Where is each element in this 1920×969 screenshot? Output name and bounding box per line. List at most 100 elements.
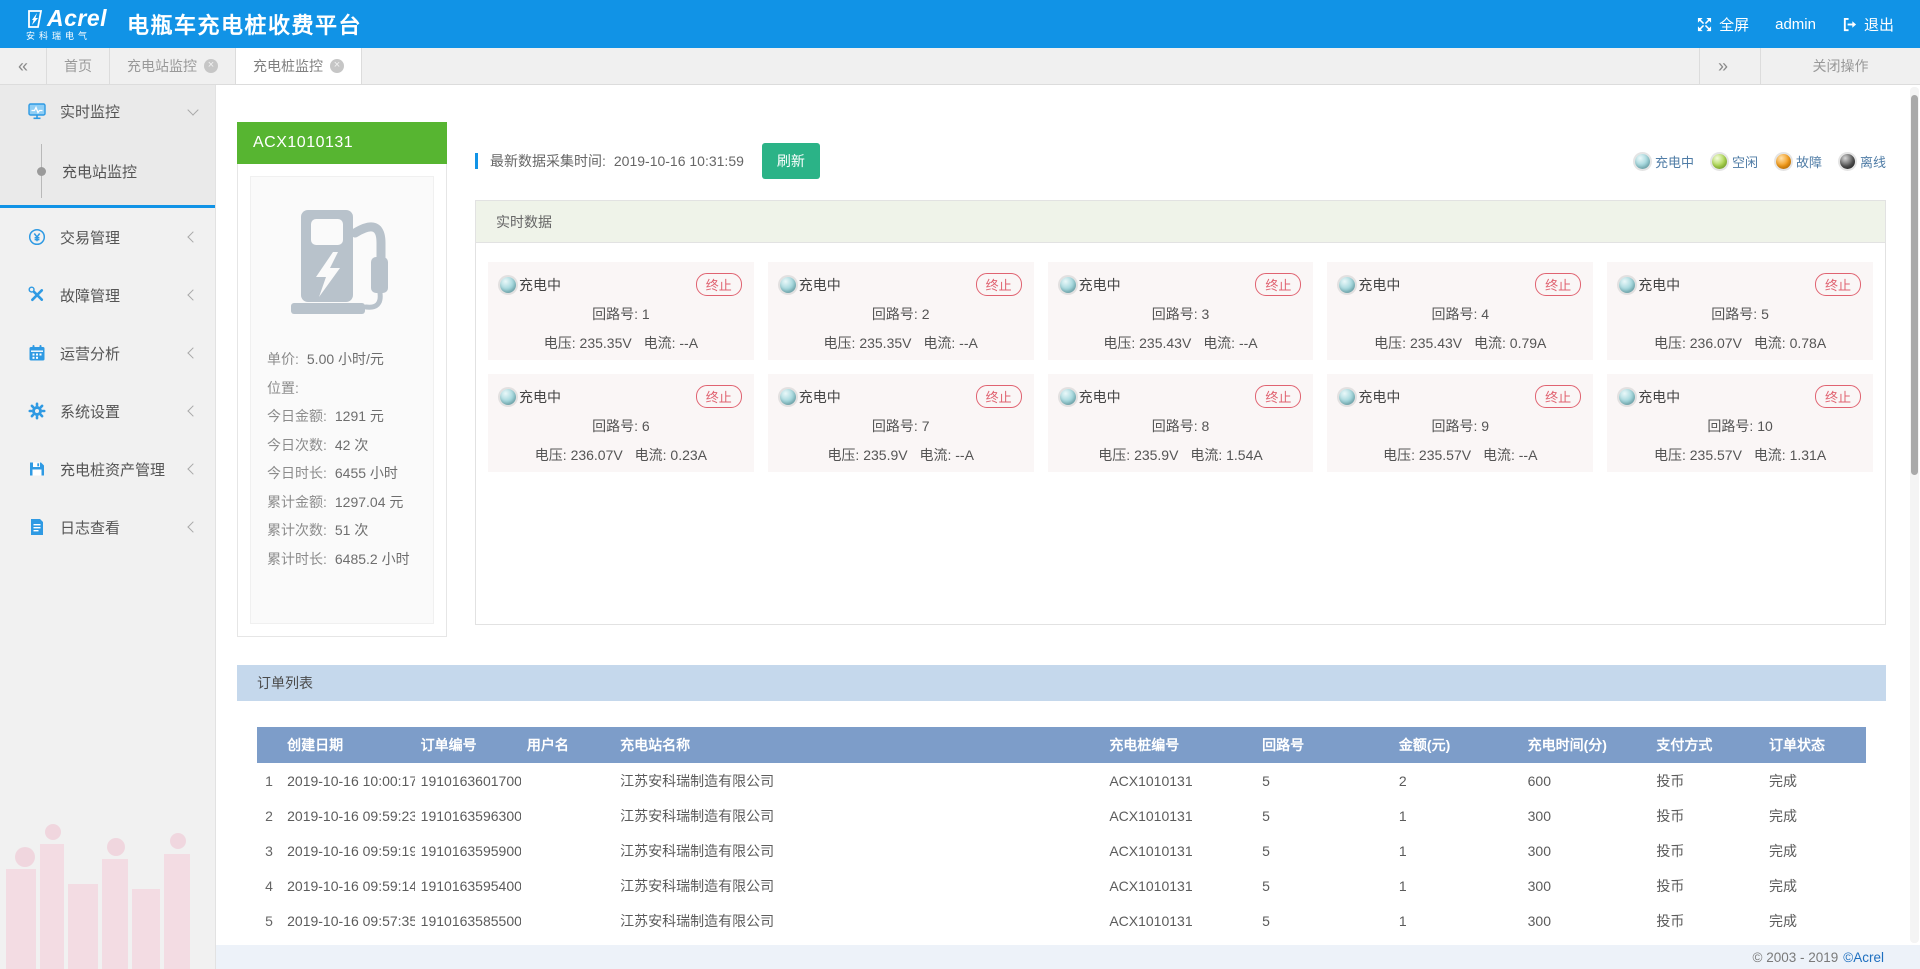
monitor-row: ACX1010131 (216, 85, 1920, 637)
stop-button[interactable]: 终止 (976, 273, 1022, 296)
stat-value: 6455 小时 (335, 459, 398, 488)
order-row-index: 5 (257, 903, 281, 938)
voltage-label: 电压: (535, 447, 567, 463)
circuit-card: 充电中 终止 回路号: 6 电压: 236.07V 电流: 0.23A (488, 374, 754, 472)
order-cell: 1910163596300046 (415, 798, 521, 833)
scrollbar[interactable] (1910, 87, 1919, 943)
status-charging-icon (780, 389, 796, 405)
order-cell (521, 868, 614, 903)
legend-charging: 充电中 (1635, 152, 1694, 171)
current-value: --A (1519, 447, 1538, 463)
stop-button[interactable]: 终止 (1815, 385, 1861, 408)
user-menu[interactable]: admin (1775, 16, 1816, 33)
scrollbar-thumb[interactable] (1911, 95, 1918, 475)
order-cell: 1910163601700047 (415, 763, 521, 798)
current-value: 1.54A (1226, 447, 1263, 463)
refresh-button[interactable]: 刷新 (762, 143, 820, 179)
order-row-index: 2 (257, 798, 281, 833)
voltage-label: 电压: (1654, 447, 1686, 463)
stop-button[interactable]: 终止 (976, 385, 1022, 408)
sidebar-item-system-settings[interactable]: 系统设置 (0, 382, 215, 440)
stat-label: 单价: (267, 345, 299, 374)
tab-close-icon[interactable]: × (204, 59, 218, 73)
current-label: 电流: (1474, 335, 1506, 351)
order-cell: 投币 (1650, 903, 1763, 938)
order-row: 42019-10-16 09:59:141910163595400044江苏安科… (257, 868, 1866, 903)
stop-button[interactable]: 终止 (1255, 385, 1301, 408)
orders-column-header: 订单编号 (415, 727, 521, 763)
sidebar: 实时监控 充电站监控 交易管理 (0, 85, 216, 969)
voltage-value: 235.43V (1139, 335, 1191, 351)
chevron-left-icon (187, 521, 198, 532)
orders-column-header: 回路号 (1256, 727, 1393, 763)
circuit-card: 充电中 终止 回路号: 7 电压: 235.9V 电流: --A (768, 374, 1034, 472)
sidebar-item-operation-analysis[interactable]: 运营分析 (0, 324, 215, 382)
stop-button[interactable]: 终止 (696, 385, 742, 408)
stop-button[interactable]: 终止 (1535, 385, 1581, 408)
tab-close-icon[interactable]: × (330, 59, 344, 73)
status-charging-icon (1060, 277, 1076, 293)
asset-icon (28, 460, 46, 478)
stop-button[interactable]: 终止 (1815, 273, 1861, 296)
current-label: 电流: (1754, 335, 1786, 351)
current-value: 0.23A (670, 447, 707, 463)
footer-brand[interactable]: ©Acrel (1843, 950, 1884, 965)
stat-label: 累计次数: (267, 516, 327, 545)
sidebar-items: 交易管理 故障管理 (0, 208, 215, 556)
fullscreen-button[interactable]: 全屏 (1697, 14, 1749, 35)
order-cell: 2019-10-16 09:59:19 (281, 833, 415, 868)
sidebar-item-faults[interactable]: 故障管理 (0, 266, 215, 324)
order-cell: 投币 (1650, 833, 1763, 868)
tab-pile-monitor[interactable]: 充电桩监控 × (236, 48, 362, 84)
stop-button[interactable]: 终止 (696, 273, 742, 296)
current-value: 0.78A (1790, 335, 1827, 351)
stop-button[interactable]: 终止 (1535, 273, 1581, 296)
realtime-toolbar: 最新数据采集时间: 2019-10-16 10:31:59 刷新 充电中 空闲 (475, 122, 1886, 200)
order-cell: 2019-10-16 09:59:23 (281, 798, 415, 833)
circuit-number: 4 (1481, 306, 1489, 322)
current-label: 电流: (1190, 447, 1222, 463)
circuit-number-label: 回路号: (592, 306, 638, 322)
order-cell: 300 (1522, 798, 1651, 833)
close-actions-dropdown[interactable]: 关闭操作 (1760, 48, 1920, 84)
sidebar-item-station-monitor[interactable]: 充电站监控 (0, 137, 215, 205)
order-cell: 江苏安科瑞制造有限公司 (614, 798, 1103, 833)
stat-label: 今日金额: (267, 402, 327, 431)
brand-subtitle: 安科瑞电气 (26, 32, 107, 41)
order-cell: 江苏安科瑞制造有限公司 (614, 763, 1103, 798)
circuit-number: 7 (922, 418, 930, 434)
circuit-status: 充电中 (519, 387, 561, 407)
logout-button[interactable]: 退出 (1842, 14, 1894, 35)
circuit-status: 充电中 (799, 275, 841, 295)
order-cell: 完成 (1763, 833, 1866, 868)
tab-label: 充电站监控 (127, 56, 197, 76)
stop-button[interactable]: 终止 (1255, 273, 1301, 296)
order-cell: ACX1010131 (1103, 833, 1256, 868)
voltage-label: 电压: (824, 335, 856, 351)
order-cell: 300 (1522, 868, 1651, 903)
status-offline-icon (1840, 154, 1855, 169)
city-skyline-decoration (0, 799, 216, 969)
sidebar-item-transactions[interactable]: 交易管理 (0, 208, 215, 266)
order-cell (521, 798, 614, 833)
stat-label: 今日次数: (267, 431, 327, 460)
tab-home[interactable]: 首页 (47, 48, 110, 84)
sidebar-item-realtime-monitor[interactable]: 实时监控 (0, 85, 215, 137)
tab-station-monitor[interactable]: 充电站监控 × (110, 48, 236, 84)
legend-fault: 故障 (1776, 152, 1822, 171)
stat-label: 位置: (267, 374, 299, 403)
device-stat-row: 今日时长: 6455 小时 (267, 459, 417, 488)
sidebar-item-pile-assets[interactable]: 充电桩资产管理 (0, 440, 215, 498)
tabs-scroll-right-button[interactable]: » (1699, 48, 1746, 84)
sidebar-item-logs[interactable]: 日志查看 (0, 498, 215, 556)
voltage-value: 236.07V (1690, 335, 1742, 351)
voltage-label: 电压: (1654, 335, 1686, 351)
double-chevron-left-icon: « (18, 56, 28, 77)
circuit-number: 9 (1481, 418, 1489, 434)
voltage-label: 电压: (1098, 447, 1130, 463)
status-charging-icon (1060, 389, 1076, 405)
tabs-scroll-left-button[interactable]: « (0, 48, 47, 84)
chevron-left-icon (187, 289, 198, 300)
circuit-status: 充电中 (1079, 275, 1121, 295)
order-cell: 1 (1393, 868, 1522, 903)
